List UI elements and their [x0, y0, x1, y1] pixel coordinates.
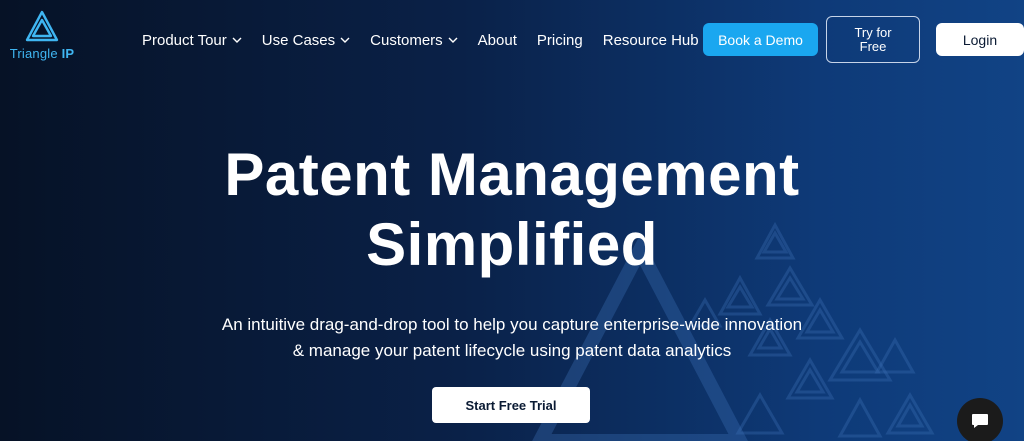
chat-launcher-button[interactable] [957, 398, 1003, 441]
nav-item-label: Customers [370, 32, 443, 49]
nav-item-use-cases[interactable]: Use Cases [262, 32, 350, 49]
nav-item-product-tour[interactable]: Product Tour [142, 32, 242, 49]
chevron-down-icon [448, 37, 458, 43]
chat-icon [970, 411, 990, 431]
hero-subtitle-line-2: & manage your patent lifecycle using pat… [293, 341, 732, 360]
hero-title-line-1: Patent Management [224, 141, 799, 208]
nav-item-about[interactable]: About [478, 32, 517, 49]
nav-item-label: Product Tour [142, 32, 227, 49]
page: Triangle IP Product Tour Use Cases Custo… [0, 0, 1024, 441]
nav-item-customers[interactable]: Customers [370, 32, 458, 49]
hero-subtitle: An intuitive drag-and-drop tool to help … [0, 312, 1024, 364]
hero-title-line-2: Simplified [366, 211, 658, 278]
chevron-down-icon [340, 37, 350, 43]
hero-title: Patent Management Simplified [0, 140, 1024, 280]
top-nav: Triangle IP Product Tour Use Cases Custo… [0, 0, 1024, 80]
nav-item-label: Use Cases [262, 32, 335, 49]
login-button[interactable]: Login [936, 23, 1024, 56]
brand-logo[interactable]: Triangle IP [6, 10, 78, 66]
book-demo-button[interactable]: Book a Demo [703, 23, 818, 56]
nav-item-label: Pricing [537, 32, 583, 49]
nav-item-label: Resource Hub [603, 32, 699, 49]
start-free-trial-button[interactable]: Start Free Trial [432, 387, 590, 423]
nav-links: Product Tour Use Cases Customers About P… [142, 30, 734, 50]
try-for-free-button[interactable]: Try for Free [826, 16, 920, 63]
chevron-down-icon [232, 37, 242, 43]
hero-subtitle-line-1: An intuitive drag-and-drop tool to help … [222, 315, 802, 334]
nav-item-pricing[interactable]: Pricing [537, 32, 583, 49]
brand-name: Triangle IP [10, 46, 75, 61]
triangle-logo-icon [25, 10, 59, 44]
nav-item-resource-hub[interactable]: Resource Hub [603, 32, 714, 49]
nav-item-label: About [478, 32, 517, 49]
